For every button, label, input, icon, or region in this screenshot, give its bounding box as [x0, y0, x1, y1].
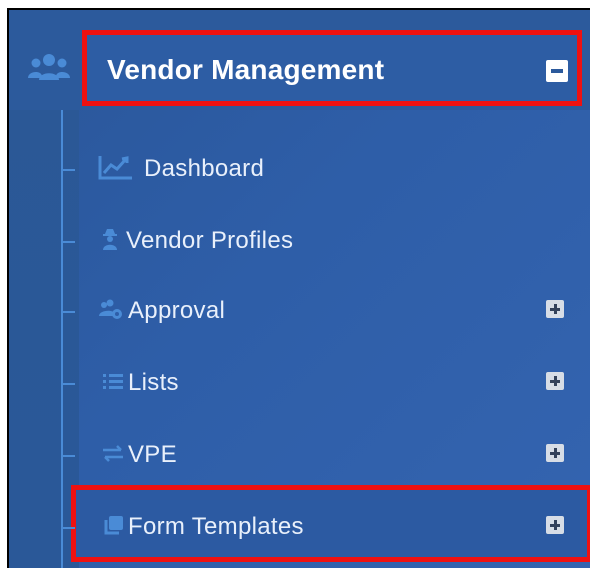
list-icon	[103, 374, 123, 389]
vendor-management-menu[interactable]: Vendor Management	[107, 54, 384, 86]
menu-item-form-templates[interactable]: Form Templates	[61, 500, 584, 550]
expand-icon[interactable]	[546, 300, 564, 318]
tree-branch	[61, 383, 75, 385]
expand-icon[interactable]	[546, 516, 564, 534]
menu-item-dashboard[interactable]: Dashboard	[61, 142, 584, 192]
users-icon	[28, 54, 70, 80]
menu-item-label: Vendor Profiles	[126, 227, 294, 254]
menu-item-vendor-profiles[interactable]: Vendor Profiles	[61, 214, 584, 264]
expand-icon[interactable]	[546, 444, 564, 462]
chart-line-icon	[98, 156, 132, 180]
tree-branch	[61, 455, 75, 457]
sidebar-panel: Vendor Management Dashboard Vendor Profi…	[9, 10, 590, 568]
expand-icon[interactable]	[546, 372, 564, 390]
menu-item-label: Approval	[128, 297, 226, 324]
clone-icon	[104, 516, 123, 535]
tree-connector-line	[61, 110, 63, 568]
users-cog-icon	[99, 299, 122, 319]
tree-branch	[61, 241, 75, 243]
tree-branch	[61, 527, 75, 529]
tree-branch	[61, 311, 75, 313]
menu-item-lists[interactable]: Lists	[61, 356, 584, 406]
menu-item-label: Lists	[128, 369, 179, 396]
sidebar-group-header: Vendor Management	[9, 10, 590, 110]
exchange-icon	[103, 445, 123, 462]
collapse-icon[interactable]	[546, 60, 568, 82]
menu-item-label: Form Templates	[128, 513, 304, 540]
menu-item-vpe[interactable]: VPE	[61, 428, 584, 478]
menu-item-approval[interactable]: Approval	[61, 284, 584, 334]
tree-branch	[61, 169, 75, 171]
menu-item-label: Dashboard	[144, 155, 265, 182]
user-secret-icon	[103, 229, 117, 250]
screenshot-frame: Vendor Management Dashboard Vendor Profi…	[7, 8, 590, 568]
menu-item-label: VPE	[128, 441, 177, 468]
